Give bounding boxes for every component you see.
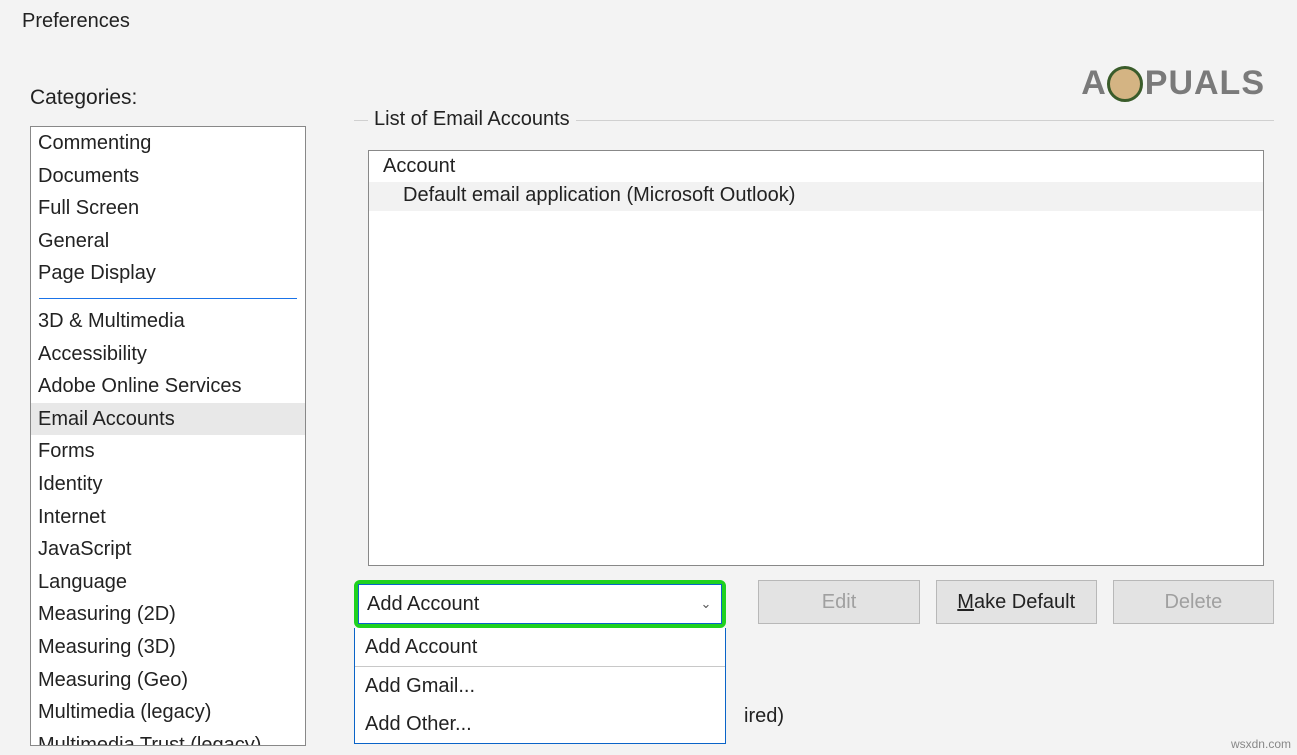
category-item-email-accounts[interactable]: Email Accounts — [31, 403, 305, 436]
category-item[interactable]: JavaScript — [31, 533, 305, 566]
accounts-table[interactable]: Account Default email application (Micro… — [368, 150, 1264, 566]
dropdown-item-add-other[interactable]: Add Other... — [355, 705, 725, 743]
delete-button[interactable]: Delete — [1113, 580, 1274, 624]
logo-mascot-icon — [1107, 66, 1143, 102]
categories-label: Categories: — [30, 86, 137, 110]
category-item[interactable]: Measuring (2D) — [31, 598, 305, 631]
category-item[interactable]: Measuring (Geo) — [31, 664, 305, 697]
categories-list[interactable]: Commenting Documents Full Screen General… — [30, 126, 306, 746]
button-row: Add Account ⌄ Add Account Add Gmail... A… — [354, 580, 1274, 628]
logo-text-a: A — [1081, 64, 1107, 103]
dropdown-section-header: Add Account — [355, 628, 725, 667]
category-item[interactable]: Adobe Online Services — [31, 370, 305, 403]
chevron-down-icon: ⌄ — [701, 596, 712, 612]
watermark: wsxdn.com — [1231, 737, 1291, 751]
category-item[interactable]: Accessibility — [31, 338, 305, 371]
email-accounts-panel: List of Email Accounts Account Default e… — [354, 120, 1274, 570]
category-item[interactable]: 3D & Multimedia — [31, 305, 305, 338]
category-item[interactable]: General — [31, 225, 305, 258]
category-divider — [39, 298, 297, 299]
edit-button[interactable]: Edit — [758, 580, 919, 624]
category-item[interactable]: Language — [31, 566, 305, 599]
add-account-dropdown[interactable]: Add Account ⌄ — [358, 584, 722, 624]
dropdown-item-add-gmail[interactable]: Add Gmail... — [355, 667, 725, 705]
truncated-required-text: ired) — [744, 705, 784, 728]
category-item[interactable]: Multimedia (legacy) — [31, 696, 305, 729]
category-item[interactable]: Multimedia Trust (legacy) — [31, 729, 305, 746]
accounts-column-header[interactable]: Account — [369, 151, 1263, 182]
account-row-default[interactable]: Default email application (Microsoft Out… — [369, 182, 1263, 211]
logo: A PUALS — [1081, 64, 1265, 103]
category-item[interactable]: Internet — [31, 501, 305, 534]
panel-title: List of Email Accounts — [368, 108, 576, 131]
make-default-accesskey: M — [957, 591, 974, 613]
make-default-button[interactable]: Make Default — [936, 580, 1097, 624]
add-account-dropdown-highlight: Add Account ⌄ Add Account Add Gmail... A… — [354, 580, 726, 628]
window-title: Preferences — [22, 10, 130, 33]
category-item[interactable]: Forms — [31, 435, 305, 468]
category-item[interactable]: Identity — [31, 468, 305, 501]
dropdown-selected-label: Add Account — [367, 593, 479, 616]
logo-text-rest: PUALS — [1145, 64, 1265, 103]
category-item[interactable]: Measuring (3D) — [31, 631, 305, 664]
category-item[interactable]: Full Screen — [31, 192, 305, 225]
category-item[interactable]: Documents — [31, 160, 305, 193]
add-account-dropdown-menu: Add Account Add Gmail... Add Other... — [354, 628, 726, 744]
category-item[interactable]: Page Display — [31, 257, 305, 290]
category-item[interactable]: Commenting — [31, 127, 305, 160]
